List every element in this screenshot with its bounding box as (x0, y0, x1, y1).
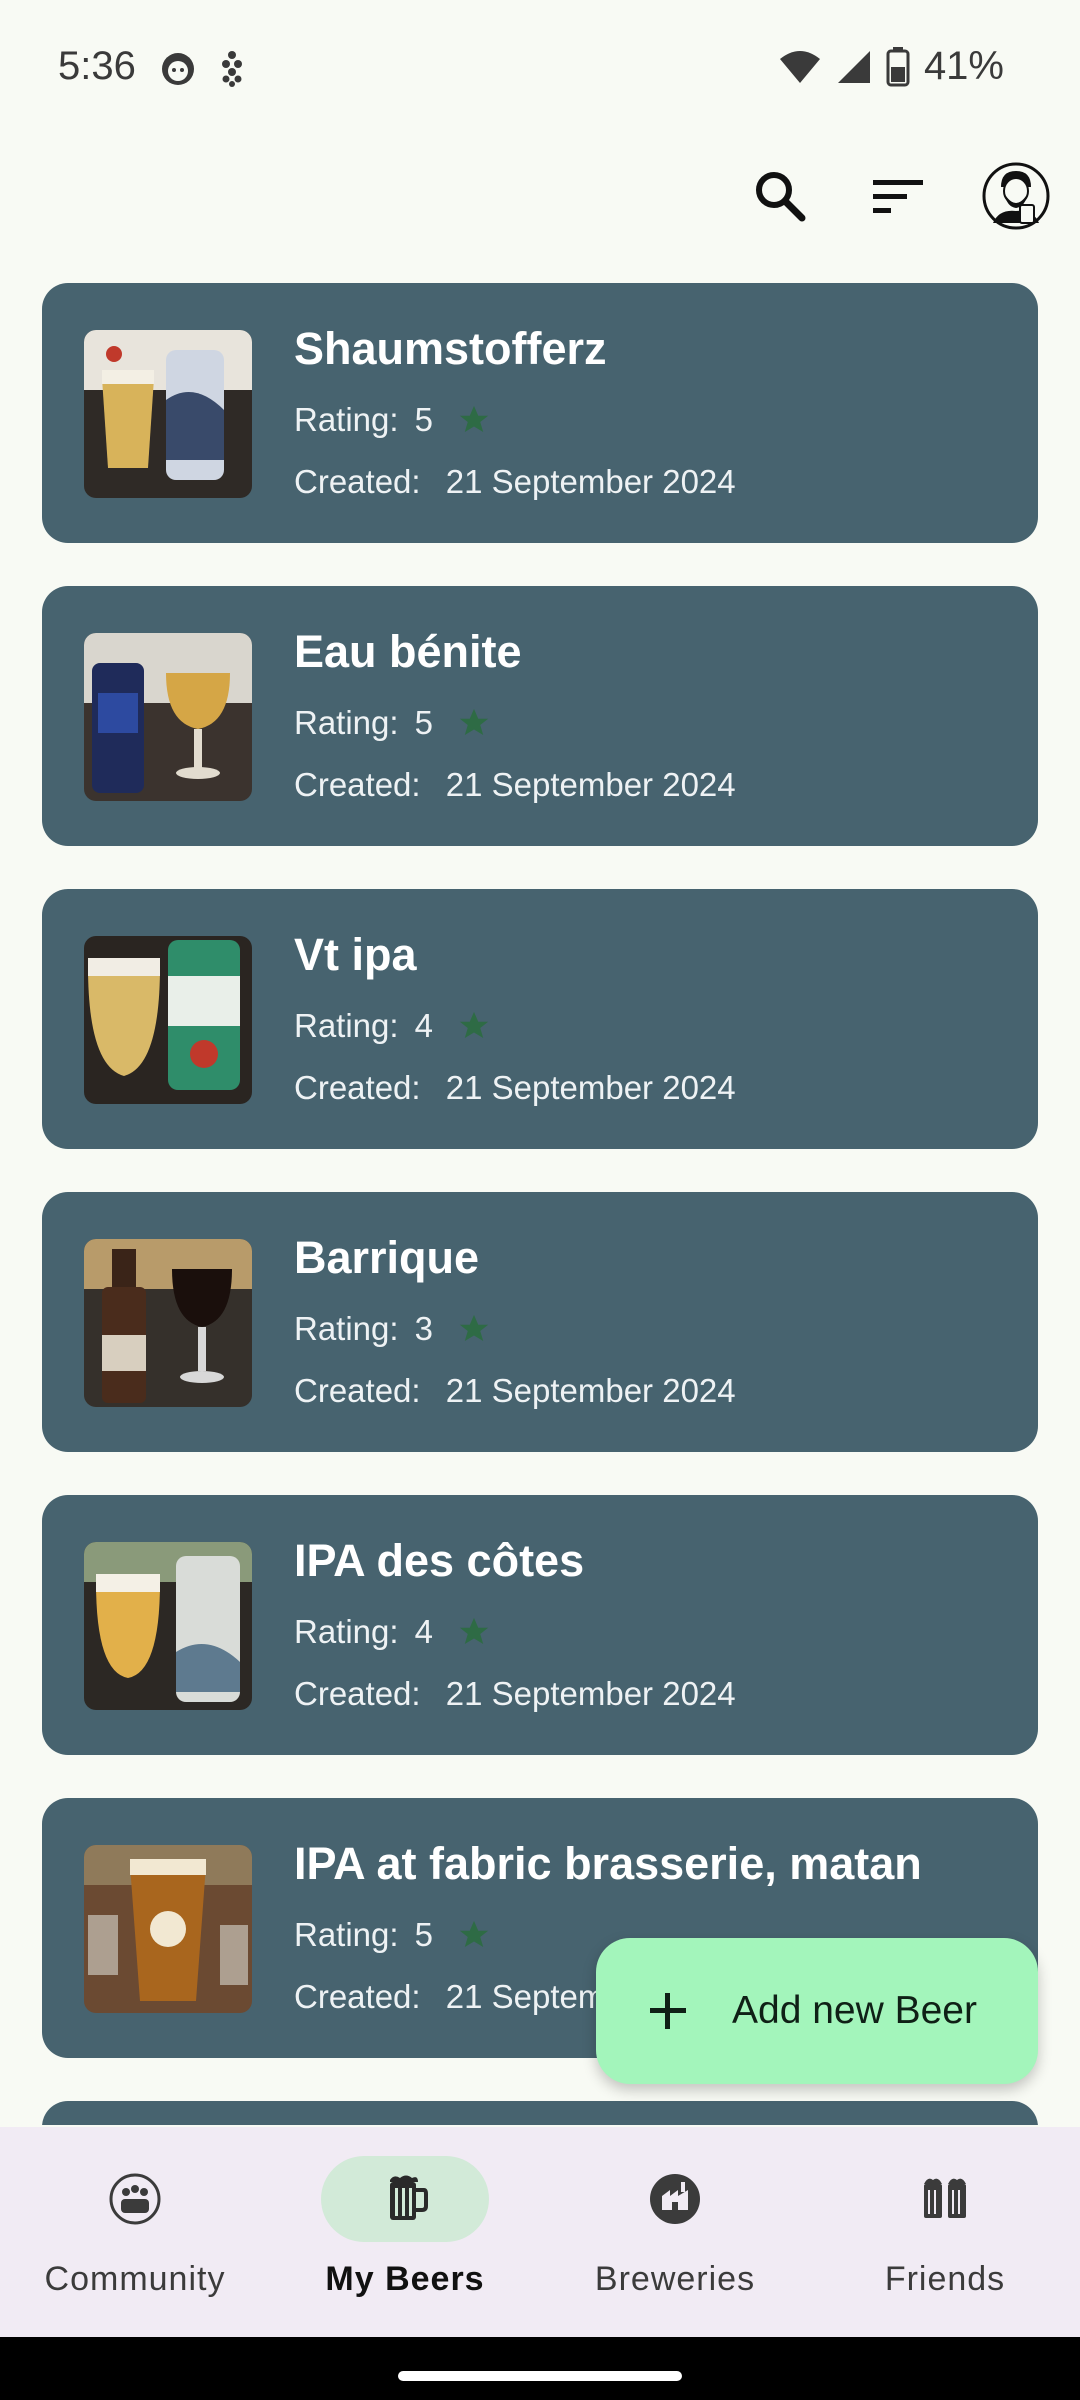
created-date: 21 September 2024 (445, 1069, 736, 1106)
beer-name: Eau bénite (294, 626, 522, 677)
created-label: Created: (294, 463, 421, 500)
nav-label: Breweries (594, 2260, 756, 2298)
beer-photo (84, 1239, 252, 1407)
notification-face-icon (162, 53, 194, 85)
nav-friends[interactable]: Friends (810, 2127, 1080, 2337)
star-icon (457, 706, 491, 740)
star-icon (457, 1918, 491, 1952)
wifi-icon (779, 50, 820, 83)
created-date: 21 September 2024 (445, 1675, 736, 1712)
nav-label: Community (44, 2260, 226, 2298)
plus-icon (650, 1993, 686, 2029)
cell-signal-icon (837, 50, 870, 83)
profile-button[interactable] (980, 160, 1052, 232)
rating-value: 4 (414, 1613, 433, 1650)
beer-card[interactable]: Shaumstofferz Rating: 5 Created: 21 Sept… (42, 283, 1038, 543)
rating-value: 5 (414, 704, 433, 741)
beer-created: Created: 21 September 2024 (294, 1069, 736, 1107)
beer-photo (84, 330, 252, 498)
profile-avatar-icon (982, 162, 1050, 230)
beer-photo (84, 633, 252, 801)
rating-label: Rating: (294, 1007, 399, 1044)
rating-label: Rating: (294, 1613, 399, 1650)
beer-card[interactable]: Eau bénite Rating: 5 Created: 21 Septemb… (42, 586, 1038, 846)
created-label: Created: (294, 1372, 421, 1409)
community-icon (109, 2173, 161, 2225)
battery-percent: 41% (923, 44, 1004, 88)
battery-icon (886, 46, 910, 86)
system-gesture-area (0, 2337, 1080, 2400)
home-gesture-handle[interactable] (398, 2371, 682, 2381)
star-icon (457, 1615, 491, 1649)
sort-icon (873, 180, 923, 213)
friends-icon (924, 2178, 966, 2218)
nav-label: My Beers (325, 2260, 485, 2298)
star-icon (457, 1312, 491, 1346)
bottom-navigation: Community My Beers Breweries Friends (0, 2127, 1080, 2337)
beer-rating: Rating: 5 (294, 704, 491, 742)
beer-created: Created: 21 September 2024 (294, 1675, 736, 1713)
rating-value: 5 (414, 401, 433, 438)
sort-button[interactable] (862, 160, 934, 232)
created-label: Created: (294, 1978, 421, 2015)
rating-value: 4 (414, 1007, 433, 1044)
rating-label: Rating: (294, 704, 399, 741)
system-status: 41% (778, 44, 1004, 89)
created-label: Created: (294, 1069, 421, 1106)
beer-card-partial[interactable] (42, 2101, 1038, 2125)
created-date: 21 September 2024 (445, 1372, 736, 1409)
beer-name: IPA des côtes (294, 1535, 585, 1586)
nav-breweries[interactable]: Breweries (540, 2127, 810, 2337)
rating-value: 5 (414, 1916, 433, 1953)
created-label: Created: (294, 1675, 421, 1712)
beer-rating: Rating: 4 (294, 1007, 491, 1045)
status-bar: 5:36 41% (0, 0, 1080, 130)
top-app-bar-actions (744, 160, 1052, 232)
nav-label: Friends (884, 2260, 1006, 2298)
beer-photo (84, 1542, 252, 1710)
beer-created: Created: 21 September 2024 (294, 766, 736, 804)
beer-created: Created: 21 September 2024 (294, 463, 736, 501)
beer-name: Shaumstofferz (294, 323, 607, 374)
star-icon (457, 1009, 491, 1043)
nav-my-beers[interactable]: My Beers (270, 2127, 540, 2337)
search-button[interactable] (744, 160, 816, 232)
created-date: 21 September 2024 (445, 766, 736, 803)
beer-name: Vt ipa (294, 929, 417, 980)
beer-name: Barrique (294, 1232, 480, 1283)
add-new-beer-button[interactable]: Add new Beer (596, 1938, 1038, 2084)
search-icon (756, 172, 806, 222)
beer-card[interactable]: IPA des côtes Rating: 4 Created: 21 Sept… (42, 1495, 1038, 1755)
beer-rating: Rating: 4 (294, 1613, 491, 1651)
rating-label: Rating: (294, 1310, 399, 1347)
rating-value: 3 (414, 1310, 433, 1347)
beer-photo (84, 936, 252, 1104)
beer-rating: Rating: 5 (294, 401, 491, 439)
rating-label: Rating: (294, 401, 399, 438)
beer-card[interactable]: Vt ipa Rating: 4 Created: 21 September 2… (42, 889, 1038, 1149)
star-icon (457, 403, 491, 437)
beer-created: Created: 21 September 2024 (294, 1372, 736, 1410)
status-time: 5:36 (58, 44, 136, 88)
brewery-icon (650, 2174, 700, 2224)
notification-icons (160, 50, 246, 88)
beer-card[interactable]: Barrique Rating: 3 Created: 21 September… (42, 1192, 1038, 1452)
nav-community[interactable]: Community (0, 2127, 270, 2337)
beer-photo (84, 1845, 252, 2013)
beer-mug-icon (390, 2175, 428, 2220)
rating-label: Rating: (294, 1916, 399, 1953)
created-date: 21 September 2024 (445, 463, 736, 500)
created-label: Created: (294, 766, 421, 803)
beer-list[interactable]: Shaumstofferz Rating: 5 Created: 21 Sept… (42, 283, 1038, 2125)
beer-rating: Rating: 5 (294, 1916, 491, 1954)
beer-rating: Rating: 3 (294, 1310, 491, 1348)
add-new-beer-label: Add new Beer (732, 1989, 977, 2032)
notification-grapes-icon (222, 51, 242, 87)
beer-name: IPA at fabric brasserie, matan (294, 1838, 922, 1889)
